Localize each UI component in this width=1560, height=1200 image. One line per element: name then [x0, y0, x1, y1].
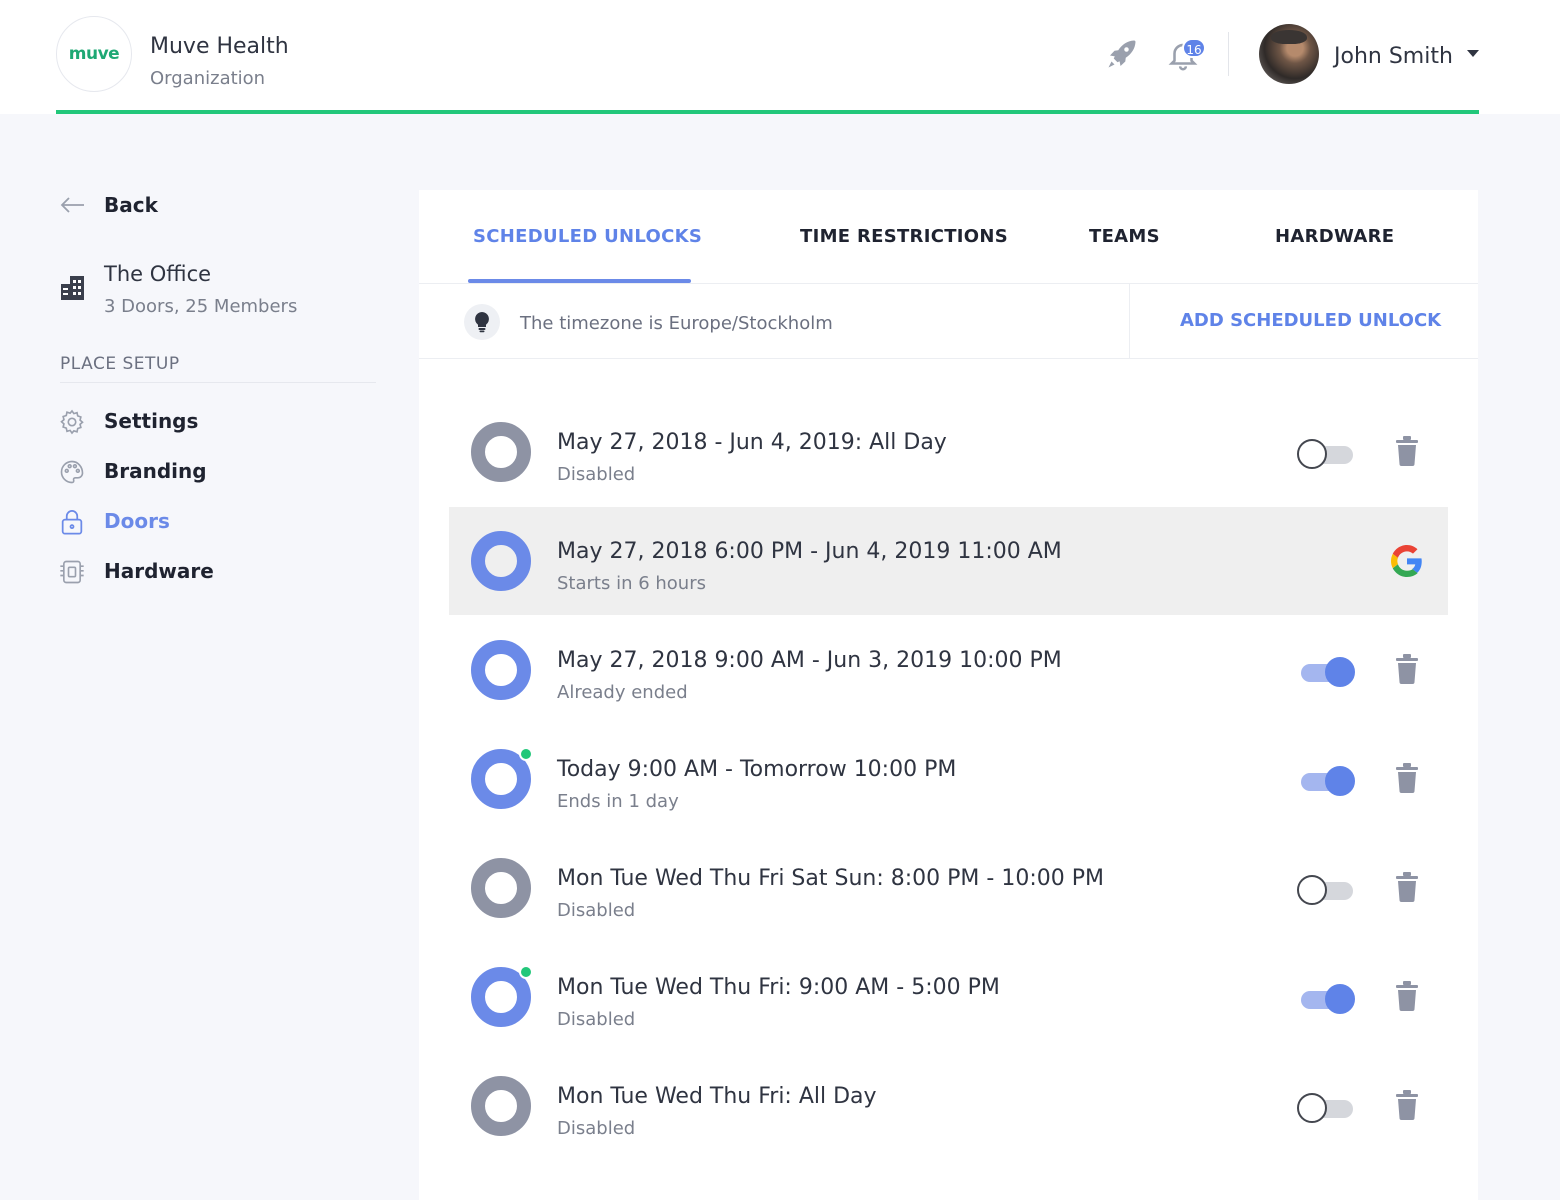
enable-toggle[interactable] [1297, 875, 1355, 905]
org-logo[interactable]: muve [56, 16, 132, 92]
unlock-title: Today 9:00 AM - Tomorrow 10:00 PM [557, 757, 957, 782]
status-ring-icon [471, 531, 531, 591]
gear-icon [60, 409, 84, 435]
tab-scheduled-unlocks[interactable]: SCHEDULED UNLOCKS [473, 226, 702, 247]
sidebar-item-label: Hardware [104, 559, 214, 583]
unlock-title: Mon Tue Wed Thu Fri: All Day [557, 1084, 877, 1109]
unlock-status: Disabled [557, 900, 636, 921]
avatar[interactable] [1259, 24, 1319, 84]
section-title: PLACE SETUP [60, 354, 180, 374]
palette-icon [60, 460, 84, 484]
enable-toggle[interactable] [1297, 984, 1355, 1014]
chip-icon [60, 560, 84, 584]
unlock-title: May 27, 2018 6:00 PM - Jun 4, 2019 11:00… [557, 539, 1062, 564]
add-scheduled-unlock-button[interactable]: ADD SCHEDULED UNLOCK [1180, 310, 1441, 331]
unlock-status: Disabled [557, 464, 636, 485]
sidebar-item-label: Settings [104, 409, 199, 433]
enable-toggle[interactable] [1297, 766, 1355, 796]
trash-icon[interactable] [1395, 981, 1419, 1011]
toggle-knob [1297, 1093, 1327, 1123]
status-ring-icon [471, 1076, 531, 1136]
trash-icon[interactable] [1395, 1090, 1419, 1120]
toolbar-divider [419, 358, 1478, 359]
list-item[interactable]: Mon Tue Wed Thu Fri Sat Sun: 8:00 PM - 1… [449, 834, 1448, 942]
building-icon [61, 276, 84, 300]
status-ring-icon [471, 858, 531, 918]
user-name[interactable]: John Smith [1334, 44, 1453, 69]
sidebar-item-label: Doors [104, 509, 170, 533]
sidebar-item-hardware[interactable]: Hardware [58, 557, 214, 587]
trash-icon[interactable] [1395, 872, 1419, 902]
back-link[interactable]: Back [104, 193, 158, 217]
trash-icon[interactable] [1395, 763, 1419, 793]
arrow-left-icon[interactable] [60, 194, 86, 216]
list-item[interactable]: May 27, 2018 - Jun 4, 2019: All Day Disa… [449, 398, 1448, 506]
toggle-knob [1325, 984, 1355, 1014]
list-item[interactable]: May 27, 2018 9:00 AM - Jun 3, 2019 10:00… [449, 616, 1448, 724]
lightbulb-icon [464, 304, 500, 340]
unlock-status: Ends in 1 day [557, 791, 679, 812]
sidebar-item-label: Branding [104, 459, 207, 483]
sidebar-item-branding[interactable]: Branding [58, 457, 207, 487]
toggle-knob [1297, 439, 1327, 469]
tabs-divider [419, 283, 1478, 284]
toggle-knob [1325, 657, 1355, 687]
sidebar-item-settings[interactable]: Settings [58, 407, 198, 437]
enable-toggle[interactable] [1297, 1093, 1355, 1123]
org-name: Muve Health [150, 34, 289, 59]
timezone-info: The timezone is Europe/Stockholm [520, 313, 833, 334]
toggle-knob [1297, 875, 1327, 905]
tab-teams[interactable]: TEAMS [1089, 226, 1160, 247]
status-ring-icon [471, 422, 531, 482]
sidebar-item-doors[interactable]: Doors [58, 507, 170, 537]
toolbar-divider [1129, 284, 1130, 358]
unlock-title: May 27, 2018 9:00 AM - Jun 3, 2019 10:00… [557, 648, 1062, 673]
place-meta: 3 Doors, 25 Members [104, 296, 298, 317]
section-divider [60, 382, 376, 383]
unlock-title: Mon Tue Wed Thu Fri Sat Sun: 8:00 PM - 1… [557, 866, 1104, 891]
toggle-knob [1325, 766, 1355, 796]
header-divider [1228, 32, 1229, 76]
notification-badge: 16 [1182, 38, 1206, 58]
unlock-status: Disabled [557, 1118, 636, 1139]
tab-hardware[interactable]: HARDWARE [1275, 226, 1394, 247]
list-item[interactable]: Mon Tue Wed Thu Fri: 9:00 AM - 5:00 PM D… [449, 943, 1448, 1051]
tab-time-restrictions[interactable]: TIME RESTRICTIONS [800, 226, 1008, 247]
unlock-title: May 27, 2018 - Jun 4, 2019: All Day [557, 430, 947, 455]
enable-toggle[interactable] [1297, 657, 1355, 687]
active-indicator-dot [519, 965, 533, 979]
top-header: muve Muve Health Organization 16 John Sm… [0, 0, 1560, 114]
chevron-down-icon[interactable] [1467, 50, 1479, 57]
unlock-status: Disabled [557, 1009, 636, 1030]
header-progress-line [56, 110, 1479, 114]
list-item[interactable]: Today 9:00 AM - Tomorrow 10:00 PM Ends i… [449, 725, 1448, 833]
google-icon [1391, 545, 1422, 577]
active-indicator-dot [519, 747, 533, 761]
unlock-status: Starts in 6 hours [557, 573, 706, 594]
unlock-title: Mon Tue Wed Thu Fri: 9:00 AM - 5:00 PM [557, 975, 1000, 1000]
enable-toggle[interactable] [1297, 439, 1355, 469]
status-ring-icon [471, 640, 531, 700]
trash-icon[interactable] [1395, 436, 1419, 466]
unlock-status: Already ended [557, 682, 688, 703]
place-name: The Office [104, 262, 212, 286]
list-item[interactable]: May 27, 2018 6:00 PM - Jun 4, 2019 11:00… [449, 507, 1448, 615]
lock-icon [61, 510, 83, 535]
rocket-icon[interactable] [1104, 36, 1140, 72]
list-item[interactable]: Mon Tue Wed Thu Fri: All Day Disabled [449, 1052, 1448, 1160]
scheduled-unlocks-card: SCHEDULED UNLOCKS TIME RESTRICTIONS TEAM… [419, 190, 1478, 1200]
org-subtitle: Organization [150, 68, 266, 89]
trash-icon[interactable] [1395, 654, 1419, 684]
